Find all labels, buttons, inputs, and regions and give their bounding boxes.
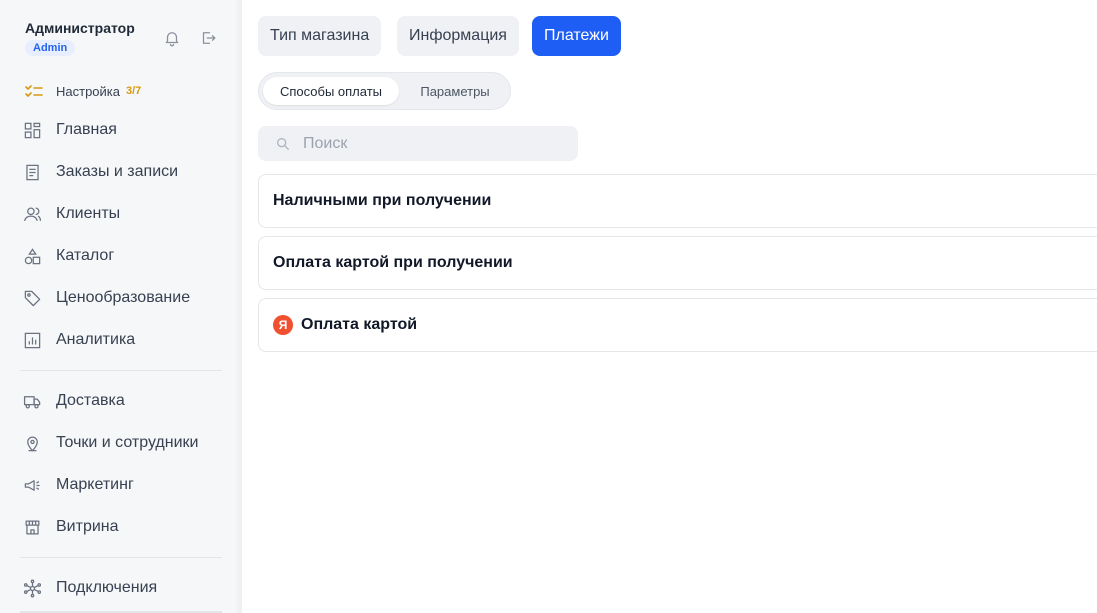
search-icon bbox=[275, 136, 291, 152]
sidebar-item-home[interactable]: Главная bbox=[22, 117, 117, 143]
payment-method-label: Оплата картой при получении bbox=[273, 254, 513, 271]
sidebar-item-label: Главная bbox=[56, 121, 117, 138]
sidebar-divider bbox=[20, 370, 222, 371]
sidebar: Администратор Admin Настройка 3/7 Главна… bbox=[0, 0, 242, 613]
sidebar-item-marketing[interactable]: Маркетинг bbox=[22, 472, 134, 498]
storefront-icon bbox=[22, 517, 42, 537]
payment-method-label: Оплата картой bbox=[301, 316, 418, 333]
sidebar-item-label: Точки и сотрудники bbox=[56, 434, 199, 451]
user-role-badge: Admin bbox=[25, 40, 76, 56]
sidebar-item-label: Каталог bbox=[56, 247, 115, 264]
sidebar-item-label: Доставка bbox=[56, 392, 125, 409]
main-content: Тип магазина Информация Платежи Способы … bbox=[242, 0, 1097, 613]
sidebar-item-locations[interactable]: Точки и сотрудники bbox=[22, 430, 198, 456]
sidebar-item-analytics[interactable]: Аналитика bbox=[22, 327, 135, 353]
sidebar-item-label: Витрина bbox=[56, 518, 119, 535]
sidebar-item-storefront[interactable]: Витрина bbox=[22, 514, 119, 540]
truck-icon bbox=[22, 391, 42, 411]
setup-progress[interactable]: Настройка 3/7 bbox=[24, 81, 141, 101]
search-box bbox=[258, 126, 578, 161]
bell-icon[interactable] bbox=[162, 27, 182, 49]
orders-icon bbox=[22, 162, 42, 182]
sidebar-item-label: Маркетинг bbox=[56, 476, 134, 493]
subtab-payment-methods[interactable]: Способы оплаты bbox=[263, 77, 399, 105]
yandex-logo-icon: Я bbox=[273, 315, 293, 335]
sidebar-item-catalog[interactable]: Каталог bbox=[22, 243, 114, 269]
sidebar-item-label: Заказы и записи bbox=[56, 163, 179, 180]
sidebar-divider bbox=[20, 557, 222, 558]
network-icon bbox=[22, 578, 42, 598]
sidebar-item-label: Клиенты bbox=[56, 205, 121, 222]
payment-method-card[interactable]: Я Оплата картой bbox=[258, 298, 1097, 352]
users-icon bbox=[22, 204, 42, 224]
megaphone-icon bbox=[22, 475, 42, 495]
tag-icon bbox=[22, 288, 42, 308]
tab-payments[interactable]: Платежи bbox=[532, 16, 621, 56]
chart-icon bbox=[22, 330, 42, 350]
grid-icon bbox=[22, 120, 42, 140]
user-block: Администратор Admin bbox=[25, 20, 135, 56]
sidebar-item-label: Аналитика bbox=[56, 331, 136, 348]
app-root: Администратор Admin Настройка 3/7 Главна… bbox=[0, 0, 1097, 613]
location-pin-icon bbox=[22, 433, 42, 453]
subtab-switcher: Способы оплаты Параметры bbox=[258, 72, 511, 110]
setup-label: Настройка bbox=[56, 83, 120, 99]
subtab-parameters[interactable]: Параметры bbox=[403, 77, 507, 105]
sidebar-item-integrations[interactable]: Подключения bbox=[22, 575, 157, 601]
sidebar-item-orders[interactable]: Заказы и записи bbox=[22, 159, 178, 185]
checklist-icon bbox=[25, 85, 43, 97]
logout-icon[interactable] bbox=[198, 27, 218, 49]
payment-method-card-on-delivery[interactable]: Оплата картой при получении bbox=[258, 236, 1097, 290]
shapes-icon bbox=[22, 246, 42, 266]
search-input[interactable] bbox=[303, 134, 563, 153]
sidebar-item-label: Подключения bbox=[56, 579, 158, 596]
sidebar-item-clients[interactable]: Клиенты bbox=[22, 201, 120, 227]
sidebar-item-delivery[interactable]: Доставка bbox=[22, 388, 125, 414]
payment-method-label: Наличными при получении bbox=[273, 192, 492, 209]
sidebar-shadow bbox=[234, 0, 242, 613]
sidebar-item-label: Ценообразование bbox=[56, 289, 191, 306]
setup-count: 3/7 bbox=[126, 85, 142, 97]
tab-store-type[interactable]: Тип магазина bbox=[258, 16, 382, 56]
user-name: Администратор bbox=[25, 20, 135, 36]
payment-method-cash[interactable]: Наличными при получении bbox=[258, 174, 1097, 228]
sidebar-item-pricing[interactable]: Ценообразование bbox=[22, 285, 190, 311]
tab-information[interactable]: Информация bbox=[397, 16, 519, 56]
